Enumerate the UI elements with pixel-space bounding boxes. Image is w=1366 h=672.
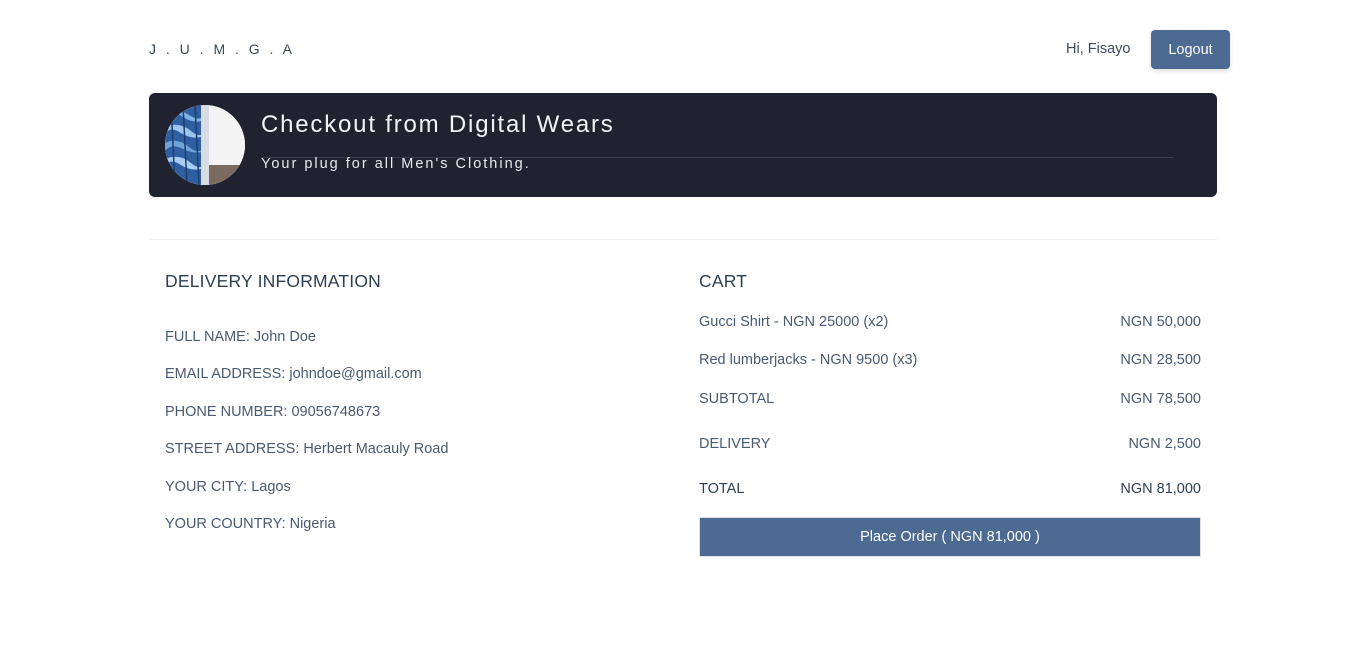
- brand-logo[interactable]: J . U . M . G . A: [149, 41, 295, 57]
- total-amount: NGN 81,000: [1120, 481, 1201, 497]
- subtotal-amount: NGN 78,500: [1120, 391, 1201, 407]
- delivery-fee-amount: NGN 2,500: [1128, 436, 1201, 452]
- city-line: YOUR CITY: Lagos: [165, 479, 291, 495]
- street-line: STREET ADDRESS: Herbert Macauly Road: [165, 441, 449, 457]
- cart-item-amount: NGN 28,500: [1120, 352, 1201, 368]
- place-order-button[interactable]: Place Order ( NGN 81,000 ): [699, 517, 1201, 557]
- user-greeting: Hi, Fisayo: [1066, 41, 1131, 57]
- banner-subtitle: Your plug for all Men's Clothing.: [261, 156, 531, 172]
- logout-button[interactable]: Logout: [1151, 30, 1230, 69]
- store-banner: Checkout from Digital Wears Your plug fo…: [149, 93, 1217, 197]
- cart-item-label: Red lumberjacks - NGN 9500 (x3): [699, 352, 918, 368]
- banner-title: Checkout from Digital Wears: [261, 111, 615, 138]
- cart-item-amount: NGN 50,000: [1120, 314, 1201, 330]
- cart-item-label: Gucci Shirt - NGN 25000 (x2): [699, 314, 889, 330]
- country-line: YOUR COUNTRY: Nigeria: [165, 516, 336, 532]
- total-label: TOTAL: [699, 481, 745, 497]
- delivery-heading: DELIVERY INFORMATION: [165, 271, 381, 291]
- store-avatar-image: [165, 105, 245, 185]
- delivery-fee-label: DELIVERY: [699, 436, 771, 452]
- email-line: EMAIL ADDRESS: johndoe@gmail.com: [165, 366, 422, 382]
- cart-heading: CART: [699, 271, 748, 291]
- store-avatar: [165, 105, 245, 185]
- full-name-line: FULL NAME: John Doe: [165, 329, 316, 345]
- phone-line: PHONE NUMBER: 09056748673: [165, 404, 381, 420]
- subtotal-label: SUBTOTAL: [699, 391, 775, 407]
- section-divider: [149, 239, 1217, 240]
